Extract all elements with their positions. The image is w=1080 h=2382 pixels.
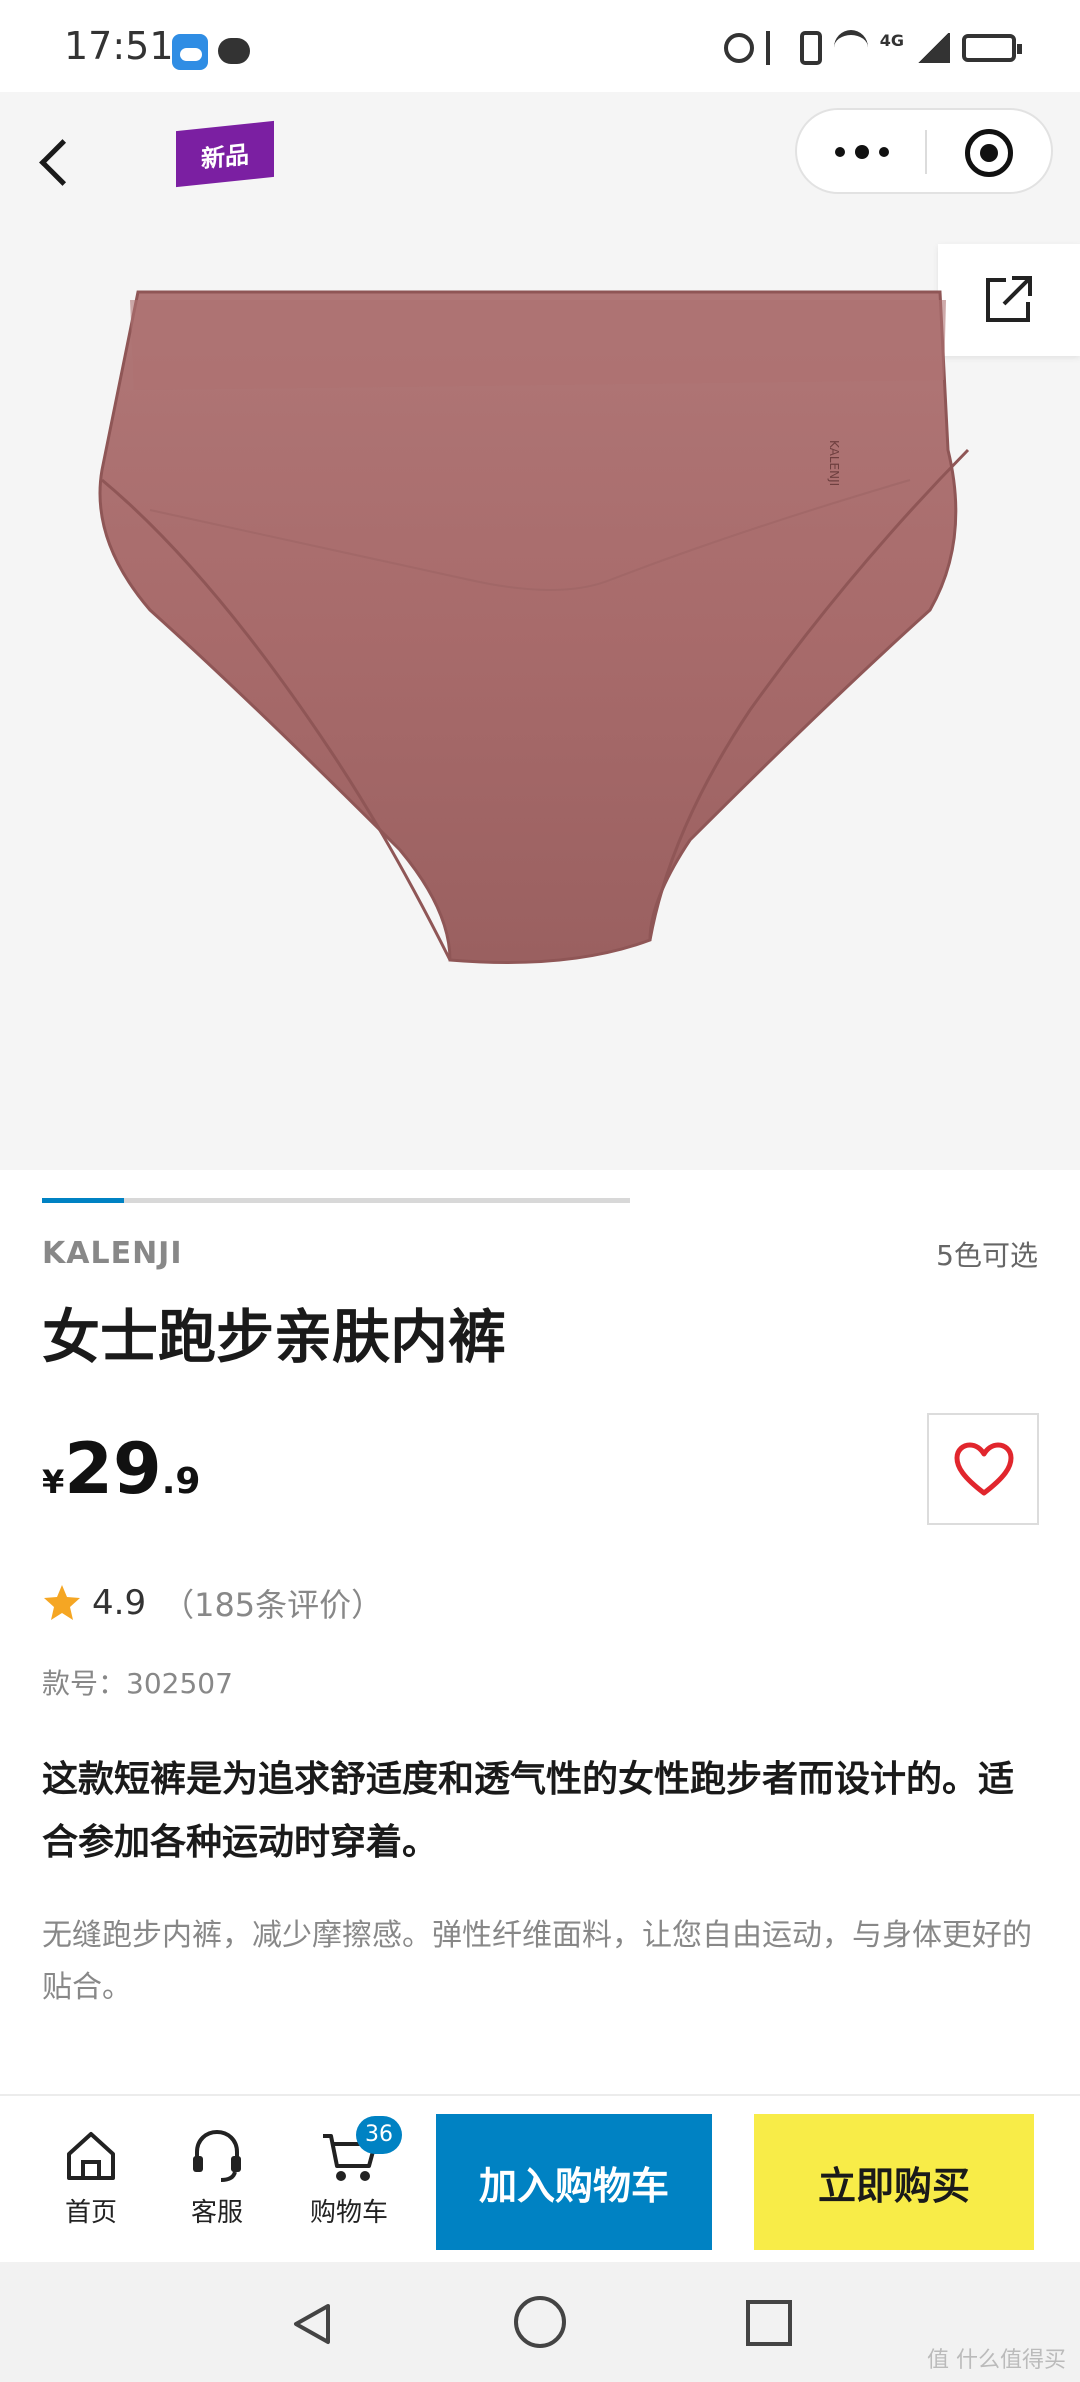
nav-home[interactable]: 首页 <box>36 2126 146 2236</box>
add-to-cart-button[interactable]: 加入购物车 <box>436 2114 712 2250</box>
model-number: 款号：302507 <box>42 1667 233 1700</box>
brand-name[interactable]: KALENJI <box>42 1236 183 1271</box>
close-target-icon[interactable] <box>965 129 1013 177</box>
status-bar: 17:51 4G <box>0 0 1080 92</box>
product-image: KALENJI <box>98 290 970 964</box>
headset-icon <box>193 2129 241 2182</box>
review-count: （185条评价） <box>162 1586 384 1624</box>
signal-icon <box>916 32 950 63</box>
price-integer: 29 <box>64 1428 162 1510</box>
garment-brand-label: KALENJI <box>827 440 841 486</box>
alarm-icon <box>723 32 754 63</box>
nav-cart-label: 购物车 <box>309 2198 388 2228</box>
network-type-label: 4G <box>879 31 904 50</box>
battery-icon <box>962 33 1022 62</box>
nav-customer-service[interactable]: 客服 <box>162 2126 272 2236</box>
chat-notification-icon <box>218 38 250 64</box>
status-icons: 4G <box>723 30 1022 65</box>
vibrate-icon <box>799 30 822 65</box>
favorite-button[interactable] <box>927 1413 1039 1525</box>
system-recents-icon[interactable] <box>746 2300 792 2346</box>
color-options-link[interactable]: 5色可选 <box>936 1234 1038 1274</box>
heart-icon <box>954 1442 1014 1496</box>
watermark: 值 什么值得买 <box>927 2348 1066 2373</box>
weather-icon <box>172 34 208 70</box>
system-home-icon[interactable] <box>514 2296 566 2348</box>
system-navigation-bar <box>0 2262 1080 2382</box>
home-icon <box>67 2132 115 2180</box>
mini-program-capsule <box>795 108 1053 194</box>
status-time: 17:51 <box>64 24 174 68</box>
nav-cart[interactable]: 36 购物车 <box>294 2116 404 2236</box>
bluetooth-icon <box>765 30 788 65</box>
price-decimal: .9 <box>161 1461 201 1502</box>
product-description-detail: 无缝跑步内裤，减少摩擦感。弹性纤维面料，让您自由运动，与身体更好的贴合。 <box>42 1918 1032 2005</box>
product-title: 女士跑步亲肤内裤 <box>42 1303 507 1371</box>
carousel-progress-fill <box>42 1198 125 1203</box>
back-button[interactable] <box>28 130 88 190</box>
bottom-action-bar: 首页 客服 36 购物车 加入购物车 立即购买 <box>0 2094 1080 2264</box>
nav-service-label: 客服 <box>190 2198 243 2228</box>
capsule-divider <box>925 130 927 174</box>
cart-count-badge: 36 <box>356 2116 402 2154</box>
wifi-icon <box>833 30 868 65</box>
star-icon <box>44 1585 80 1620</box>
rating-value: 4.9 <box>92 1583 147 1623</box>
price: ¥ 29 .9 <box>42 1428 200 1510</box>
product-description: 这款短裤是为追求舒适度和透气性的女性跑步者而设计的。适合参加各种运动时穿着。 <box>42 1759 1015 1863</box>
price-currency: ¥ <box>42 1463 65 1501</box>
more-icon[interactable] <box>833 135 903 167</box>
carousel-progress <box>42 1198 630 1203</box>
rating-row[interactable]: 4.9 （185条评价） <box>42 1580 383 1626</box>
buy-now-button[interactable]: 立即购买 <box>754 2114 1034 2250</box>
nav-home-label: 首页 <box>64 2198 117 2228</box>
new-badge: 新品 <box>176 120 274 188</box>
system-back-icon[interactable] <box>288 2300 336 2348</box>
